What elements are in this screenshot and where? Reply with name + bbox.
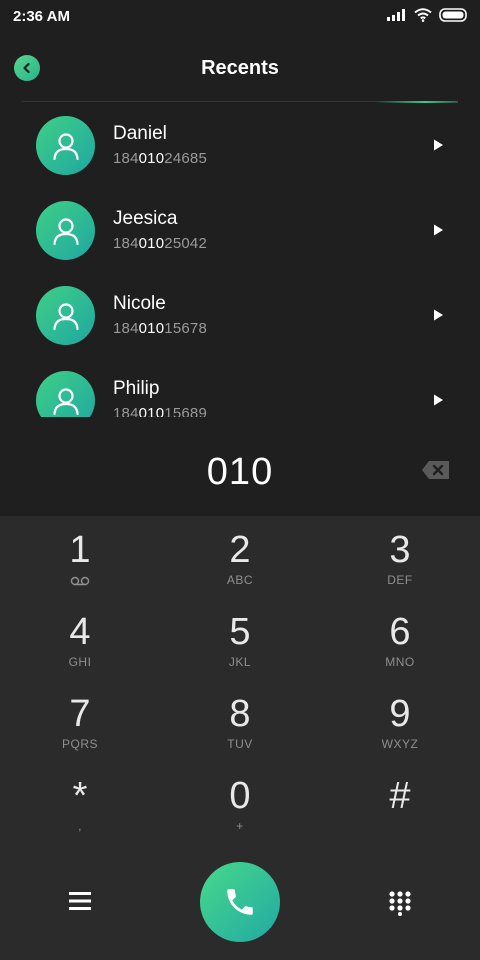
key-star[interactable]: * , <box>0 762 160 844</box>
contact-name: Philip <box>113 378 160 399</box>
contact-row-jeesica[interactable]: Jeesica 18401025042 <box>0 188 480 273</box>
key-digit: # <box>389 775 411 817</box>
key-2[interactable]: 2 ABC <box>160 516 320 598</box>
voicemail-icon <box>70 576 90 586</box>
contact-name: Nicole <box>113 293 166 314</box>
backspace-icon[interactable] <box>421 459 451 481</box>
key-4[interactable]: 4 GHI <box>0 598 160 680</box>
key-digit: 7 <box>69 693 91 735</box>
key-0[interactable]: 0 + <box>160 762 320 844</box>
menu-icon[interactable] <box>68 890 92 912</box>
key-digit: 3 <box>389 529 411 571</box>
number-entry-bar: 010 <box>0 417 480 516</box>
key-7[interactable]: 7 PQRS <box>0 680 160 762</box>
avatar <box>36 201 95 260</box>
dialed-number: 010 <box>206 451 274 493</box>
play-icon[interactable] <box>431 393 445 407</box>
key-digit: 4 <box>69 611 91 653</box>
key-letters: + <box>236 819 244 833</box>
header: Recents <box>0 40 480 98</box>
status-time: 2:36 AM <box>13 8 70 25</box>
avatar <box>36 371 95 417</box>
contact-row-nicole[interactable]: Nicole 18401015678 <box>0 273 480 358</box>
key-letters: GHI <box>68 655 92 669</box>
key-8[interactable]: 8 TUV <box>160 680 320 762</box>
user-icon <box>52 132 79 160</box>
key-digit: 9 <box>389 693 411 735</box>
contact-number: 18401025042 <box>113 235 207 252</box>
signal-icon <box>387 9 405 21</box>
dialpad-icon[interactable] <box>388 890 412 916</box>
key-5[interactable]: 5 JKL <box>160 598 320 680</box>
bottom-action-bar <box>0 862 480 942</box>
contact-row-philip[interactable]: Philip 18401015689 <box>0 358 480 417</box>
contact-row-daniel[interactable]: Daniel 18401024685 <box>0 103 480 188</box>
key-letters: WXYZ <box>381 737 419 751</box>
user-icon <box>52 217 79 245</box>
user-icon <box>52 387 79 415</box>
key-hash[interactable]: # <box>320 762 480 844</box>
key-digit: 0 <box>229 775 251 817</box>
battery-icon <box>439 8 467 22</box>
key-digit: 6 <box>389 611 411 653</box>
key-digit: 5 <box>229 611 251 653</box>
play-icon[interactable] <box>431 308 445 322</box>
key-letters: PQRS <box>61 737 98 751</box>
key-digit: 1 <box>69 529 91 571</box>
avatar <box>36 286 95 345</box>
key-letters: ABC <box>226 573 254 587</box>
contact-number: 18401015689 <box>113 405 207 417</box>
contact-name: Jeesica <box>113 208 178 229</box>
contact-number: 18401024685 <box>113 150 207 167</box>
key-letters: TUV <box>227 737 253 751</box>
key-3[interactable]: 3 DEF <box>320 516 480 598</box>
key-digit: 2 <box>229 529 251 571</box>
key-digit: * <box>72 775 88 817</box>
key-digit: 8 <box>229 693 251 735</box>
page-title: Recents <box>201 57 279 79</box>
wifi-icon <box>414 8 432 22</box>
status-bar: 2:36 AM <box>0 0 480 34</box>
key-6[interactable]: 6 MNO <box>320 598 480 680</box>
key-letters: , <box>78 819 82 833</box>
user-icon <box>52 302 79 330</box>
key-letters: MNO <box>385 655 415 669</box>
key-1[interactable]: 1 <box>0 516 160 598</box>
play-icon[interactable] <box>431 138 445 152</box>
recents-list[interactable]: Daniel 18401024685 Jeesica 18401025042 N… <box>0 103 480 417</box>
key-letters: JKL <box>228 655 252 669</box>
call-button[interactable] <box>200 862 280 942</box>
status-icons <box>387 8 467 22</box>
contact-name: Daniel <box>113 123 167 144</box>
play-icon[interactable] <box>431 223 445 237</box>
key-letters: DEF <box>387 573 413 587</box>
phone-icon <box>227 889 253 915</box>
key-9[interactable]: 9 WXYZ <box>320 680 480 762</box>
contact-number: 18401015678 <box>113 320 207 337</box>
avatar <box>36 116 95 175</box>
